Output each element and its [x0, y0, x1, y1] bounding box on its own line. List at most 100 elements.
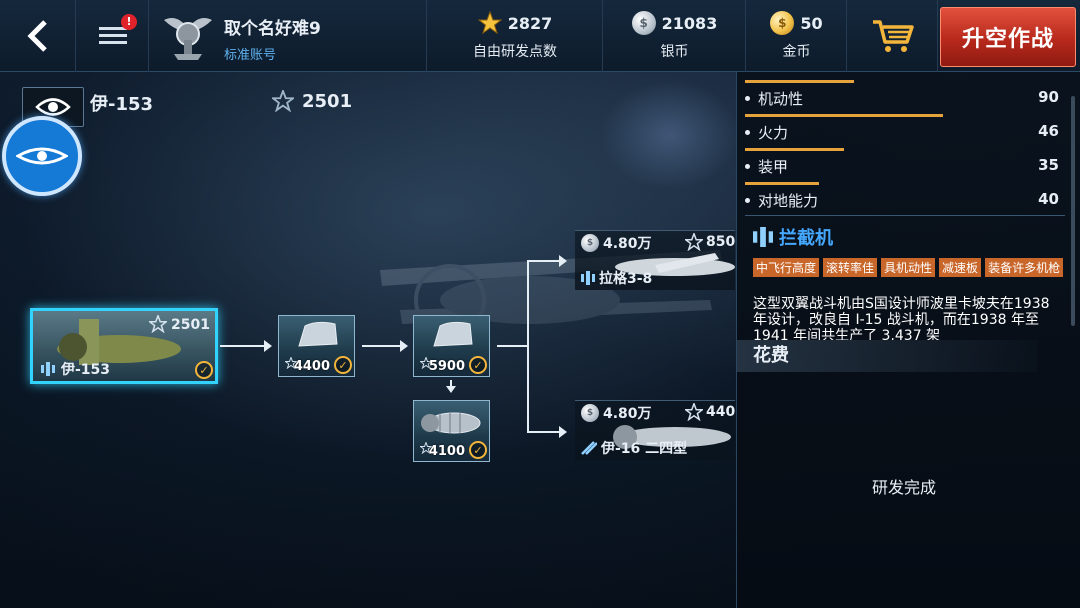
player-profile[interactable]: 取个名好难9 标准账号 [150, 0, 427, 72]
stat-value: 90 [1038, 88, 1059, 106]
cart-icon [872, 20, 914, 52]
panel-scrollbar[interactable] [1071, 96, 1075, 326]
tree-arrow [527, 426, 567, 438]
researched-check-icon: ✓ [469, 356, 487, 374]
tree-arrow [220, 340, 272, 352]
unlock-points-value: 850 [706, 234, 735, 250]
silver-resource[interactable]: $ 21083 银币 [604, 0, 746, 72]
feature-tag: 减速板 [939, 258, 982, 277]
unlock-card-2[interactable]: $ 4.80万 440 伊-16 二四型 [575, 400, 735, 460]
fighter-type-icon [581, 441, 597, 455]
stat-label: 机动性 [758, 90, 804, 108]
camera-toggle-button[interactable] [2, 116, 82, 196]
silver-coin-icon: $ [631, 11, 656, 35]
aircraft-research-points: 2501 [272, 90, 352, 112]
selected-type-icon [41, 361, 55, 376]
module-wing-icon [433, 321, 473, 347]
aircraft-research-points-value: 2501 [302, 90, 353, 112]
unlock-points-value: 440 [706, 404, 735, 420]
researched-check-icon: ✓ [334, 356, 352, 374]
unlock-name: 伊-16 二四型 [581, 438, 687, 458]
stat-value: 40 [1038, 190, 1059, 208]
gold-value: 50 [800, 13, 823, 33]
account-type: 标准账号 [224, 48, 277, 63]
cost-header: 花费 [737, 340, 1037, 372]
stat-bar [745, 182, 819, 185]
interceptor-type-icon [581, 271, 595, 285]
bullet-icon [745, 164, 750, 169]
top-bar: ! 取个名好难9 标准账号 2827 自由研发点数 $ 21083 银币 $ 5… [0, 0, 1080, 72]
silver-coin-icon: $ [581, 234, 599, 252]
bullet-icon [745, 130, 750, 135]
takeoff-button[interactable]: 升空作战 [940, 7, 1076, 67]
selected-points: 2501 [171, 317, 210, 333]
back-button[interactable] [0, 0, 76, 72]
unlock-silver-cost: 4.80万 [603, 236, 652, 252]
module-cost: 5900 [428, 359, 465, 374]
stat-bar [745, 114, 944, 117]
research-star-icon [685, 233, 703, 251]
research-points-value: 2827 [507, 13, 553, 33]
gold-label: 金币 [782, 44, 811, 60]
eye-icon [35, 98, 71, 116]
rank-insignia-icon [164, 18, 212, 60]
unlock-aircraft-name: 伊-16 二四型 [601, 441, 688, 457]
tree-node-selected-aircraft[interactable]: 2501 伊-153 ✓ [30, 308, 218, 384]
module-cost: 4100 [428, 444, 465, 459]
unlock-name: 拉格3-8 [581, 268, 652, 288]
hangar-light [600, 80, 740, 190]
stat-label: 装甲 [758, 158, 789, 176]
menu-icon [98, 27, 127, 44]
stat-value: 46 [1038, 122, 1059, 140]
module-engine-icon [421, 412, 481, 434]
researched-check-icon: ✓ [469, 441, 487, 459]
stat-bar [745, 80, 854, 83]
tree-node-module-1[interactable]: 4400 ✓ [278, 315, 355, 377]
shop-button[interactable] [848, 0, 938, 72]
gold-coin-icon: $ [770, 11, 795, 35]
module-cost: 4400 [293, 359, 330, 374]
aircraft-role: 拦截机 [753, 224, 833, 250]
selected-aircraft-name: 伊-153 [61, 362, 111, 378]
tree-branch-line [497, 345, 527, 347]
star-icon [477, 11, 502, 35]
research-star-icon [272, 90, 294, 112]
aircraft-name: 伊-153 [90, 94, 154, 115]
bullet-icon [745, 198, 750, 203]
stat-row: 对地能力 40 [745, 182, 1065, 216]
tree-node-module-3[interactable]: 4100 ✓ [413, 400, 490, 462]
feature-tag: 装备许多机枪 [985, 258, 1064, 277]
orbit-icon [16, 147, 68, 165]
tree-node-module-2[interactable]: 5900 ✓ [413, 315, 490, 377]
silver-coin-icon: $ [581, 404, 599, 422]
menu-button[interactable] [77, 0, 149, 72]
stat-row: 机动性 90 [745, 80, 1065, 114]
module-wing-icon [298, 321, 338, 347]
selected-star-icon [147, 313, 169, 337]
bullet-icon [745, 96, 750, 101]
researched-check-icon: ✓ [195, 361, 213, 379]
unlock-points: 850 [685, 233, 735, 251]
feature-tag: 滚转率佳 [823, 258, 878, 277]
gold-resource[interactable]: $ 50 金币 [747, 0, 847, 72]
aircraft-description: 这型双翼战斗机由S国设计师波里卡坡夫在1938 年设计，改良自 I-15 战斗机… [753, 296, 1050, 340]
feature-tag: 具机动性 [881, 258, 936, 277]
tree-arrow [527, 255, 567, 267]
unlock-points: 440 [685, 403, 735, 421]
tree-arrow [362, 340, 408, 352]
tree-arrow-down-head [446, 386, 456, 393]
stat-row: 火力 46 [745, 114, 1065, 148]
notification-badge: ! [121, 14, 137, 30]
research-status: 研发完成 [872, 478, 937, 497]
stat-divider [745, 215, 1065, 216]
unlock-card-1[interactable]: $ 4.80万 850 拉格3-8 [575, 230, 735, 290]
player-name: 取个名好难9 [224, 19, 321, 39]
stat-bar [745, 148, 845, 151]
stat-label: 火力 [758, 124, 789, 142]
feature-tag: 中飞行高度 [753, 258, 820, 277]
research-points-resource[interactable]: 2827 自由研发点数 [428, 0, 603, 72]
research-points-label: 自由研发点数 [473, 44, 557, 60]
background-plane-image [380, 250, 722, 336]
back-arrow-icon [26, 20, 47, 52]
stat-label: 对地能力 [758, 192, 819, 210]
